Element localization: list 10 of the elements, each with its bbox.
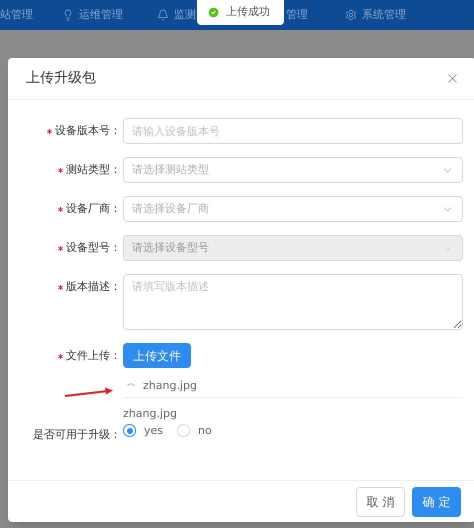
field-label: 版本描述： (66, 278, 121, 295)
field-label: 文件上传： (66, 348, 121, 364)
field-label: 是否可用于升级： (33, 427, 121, 444)
file-name: zhang.jpg (123, 406, 178, 422)
field-label: 设备版本号： (55, 122, 121, 139)
field-label: 设备型号： (66, 240, 121, 256)
toast: 上传成功 (197, 0, 284, 25)
dialog-title: 上传升级包 (26, 69, 96, 88)
field-label: 设备厂商： (66, 200, 121, 217)
field-label: 测站类型： (66, 162, 121, 178)
